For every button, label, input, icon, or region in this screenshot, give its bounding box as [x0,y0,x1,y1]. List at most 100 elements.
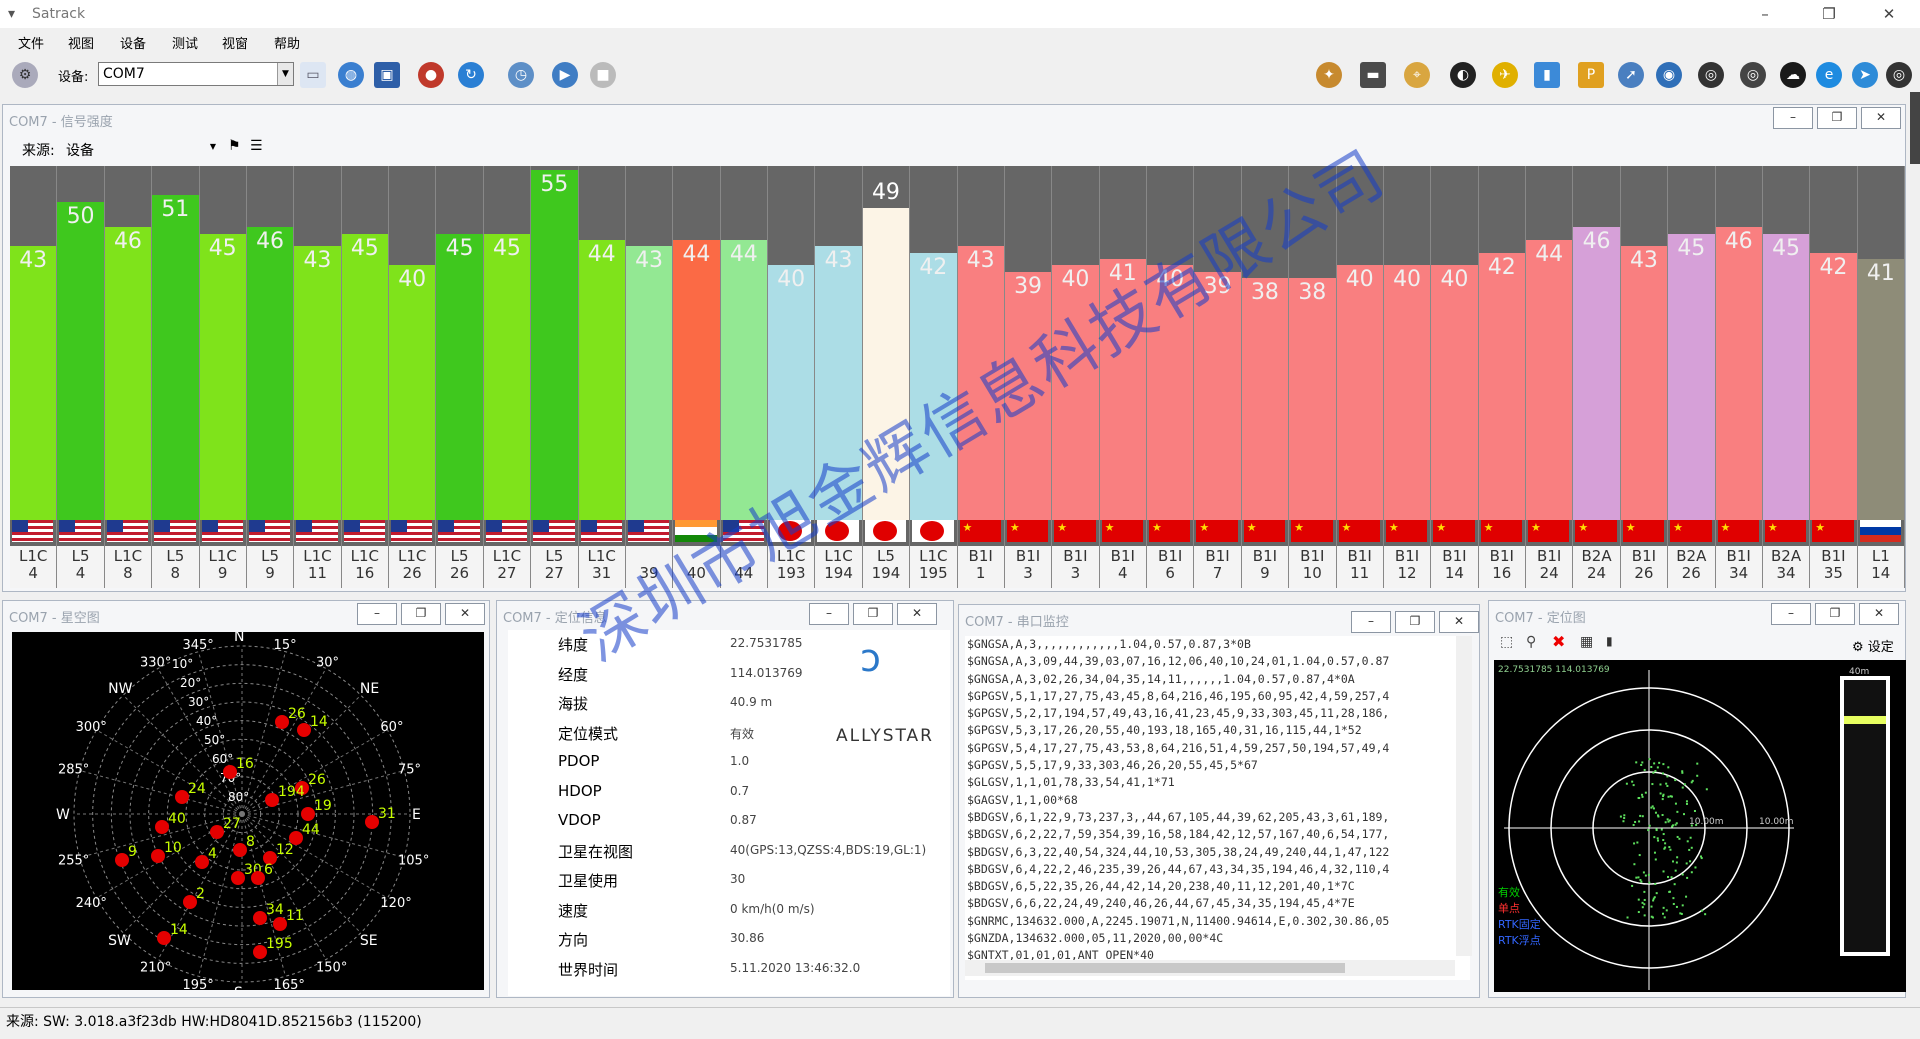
signal-minimize-button[interactable]: – [1773,107,1813,129]
signal-value: 41 [1866,261,1895,287]
flag-cn-icon [1149,520,1191,542]
serial-vscrollbar[interactable] [1456,636,1472,956]
pos-minimize-button[interactable]: – [809,603,849,625]
signal-bar-fill [625,246,673,520]
menu-device[interactable]: 设备 [120,33,146,52]
signal-band: L5 [71,547,90,565]
map-maximize-button[interactable]: ❐ [1815,603,1855,625]
device-select[interactable]: COM7 ▼ [98,62,294,86]
signal-prn: 6 [1165,564,1175,582]
satellite-id: 195 [266,936,293,952]
camera-settings-icon[interactable]: ◎ [1740,62,1766,88]
save-icon[interactable]: ▣ [374,62,400,88]
fix-point [1652,899,1655,902]
serial-hscroll-thumb[interactable] [985,963,1345,973]
signal-label: B1I 12 [1383,546,1431,588]
grid-icon[interactable]: ▦ [1580,634,1593,650]
menu-test[interactable]: 测试 [172,33,198,52]
play-icon[interactable]: ▶ [552,62,578,88]
pos-info-panel: 纬度 22.7531785 经度 114.013769 海拔 40.9 m 定位模式 有效 PD… [508,630,950,996]
signal-label: L1C 4 [10,546,57,588]
flag-icon[interactable]: ⚑ [228,138,241,154]
pos-value: 40.9 m [730,695,773,709]
signal-value: 46 [1582,229,1611,255]
pin-icon[interactable]: ⚲ [1526,634,1536,650]
map-minimize-button[interactable]: – [1771,603,1811,625]
monitor-icon[interactable]: ▬ [1360,62,1386,88]
fix-point [1638,820,1641,823]
trash-icon[interactable]: ▮ [1606,634,1613,648]
serial-close-button[interactable]: ✕ [1439,611,1479,633]
cursor-icon[interactable]: ⬚ [1500,634,1513,650]
map-close-button[interactable]: ✕ [1859,603,1899,625]
antenna-icon[interactable]: ⌖ [1404,62,1430,88]
chevron-down-icon[interactable]: ▼ [210,142,216,151]
chevron-down-icon[interactable]: ▼ [277,63,293,85]
serial-log[interactable]: $GNGSA,A,3,,,,,,,,,,,,1.04,0.57,0.87,3*0… [965,636,1470,980]
camera-gear-icon[interactable]: ◎ [1886,62,1912,88]
parking-icon[interactable]: P [1578,62,1604,88]
fix-point [1656,814,1659,817]
stop-icon[interactable]: ■ [590,62,616,88]
azimuth-label: 15° [274,638,297,653]
record-icon[interactable]: ● [418,62,444,88]
browser-icon[interactable]: e [1816,62,1842,88]
satellite-icon[interactable]: ✈ [1492,62,1518,88]
maximize-button[interactable]: ❐ [1806,0,1852,28]
menu-bar: 文件 视图 设备 测试 视窗 帮助 [0,30,1920,54]
serial-maximize-button[interactable]: ❐ [1395,611,1435,633]
camera-icon[interactable]: ◎ [1698,62,1724,88]
timer-icon[interactable]: ◷ [508,62,534,88]
compass-icon[interactable]: ✦ [1316,62,1342,88]
earth-icon[interactable]: ◉ [1656,62,1682,88]
serial-hscrollbar[interactable] [965,960,1455,976]
fix-point [1662,763,1665,766]
bar-chart-icon[interactable]: ▮ [1534,62,1560,88]
connect-icon[interactable]: ▭ [300,62,326,88]
minimize-button[interactable]: – [1742,0,1788,28]
main-vscrollbar[interactable] [1910,92,1920,164]
signal-label: L1C 8 [104,546,152,588]
list-icon[interactable]: ☰ [250,138,263,154]
signal-prn: 16 [355,564,375,582]
signal-label: L1C 195 [910,546,957,588]
satellite-marker [275,715,289,729]
signal-bar: 43 L1C 4 [10,166,58,588]
menu-file[interactable]: 文件 [18,33,44,52]
signal-value: 42 [1487,254,1516,280]
signal-close-button[interactable]: ✕ [1861,107,1901,129]
signal-label: L1C 16 [341,546,388,588]
refresh-icon[interactable]: ↻ [458,62,484,88]
fix-point [1662,906,1665,909]
navigation-icon[interactable]: ➤ [1852,62,1878,88]
serial-minimize-button[interactable]: – [1351,611,1391,633]
signal-bar-fill [10,246,57,520]
close-button[interactable]: ✕ [1866,0,1912,28]
signal-window-title: COM7 - 信号强度 [9,115,113,130]
satellite-id: 19 [314,798,332,814]
gauge-icon[interactable]: ◐ [1450,62,1476,88]
fix-point [1666,818,1669,821]
menu-help[interactable]: 帮助 [274,33,300,52]
source-select[interactable]: 设备 ▼ [66,140,216,160]
signal-label: B1I 7 [1194,546,1241,588]
fix-point [1633,863,1636,866]
sky-close-button[interactable]: ✕ [445,603,485,625]
cloud-icon[interactable]: ☁ [1780,62,1806,88]
fix-point [1648,881,1651,884]
settings-button[interactable]: ⚙ 设定 [1852,636,1894,655]
globe-icon[interactable]: ◍ [338,62,364,88]
clear-icon[interactable]: ✖ [1552,632,1565,651]
pos-close-button[interactable]: ✕ [897,603,937,625]
sky-minimize-button[interactable]: – [357,603,397,625]
fix-point [1656,766,1659,769]
send-icon[interactable]: ➚ [1618,62,1644,88]
gear-icon[interactable]: ⚙ [12,62,38,88]
signal-maximize-button[interactable]: ❐ [1817,107,1857,129]
pos-maximize-button[interactable]: ❐ [853,603,893,625]
sky-maximize-button[interactable]: ❐ [401,603,441,625]
menu-view[interactable]: 视图 [68,33,94,52]
fix-point [1638,854,1641,857]
fix-point [1631,884,1634,887]
menu-window[interactable]: 视窗 [222,33,248,52]
